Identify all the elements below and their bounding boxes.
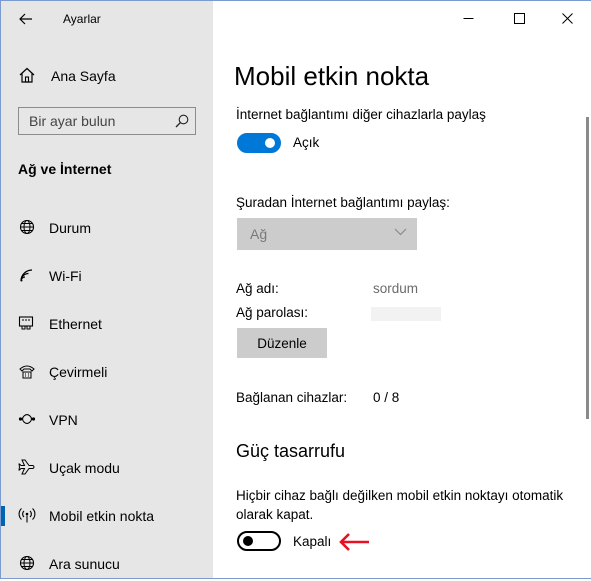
sidebar-item-status[interactable]: Durum xyxy=(1,209,213,245)
sidebar-item-label: Ara sunucu xyxy=(49,556,120,572)
edit-button[interactable]: Düzenle xyxy=(237,328,327,358)
main-content: Mobil etkin nokta İnternet bağlantımı di… xyxy=(213,1,591,578)
home-icon xyxy=(19,67,35,83)
globe-icon xyxy=(19,555,35,571)
annotation-arrow-icon xyxy=(339,533,369,551)
maximize-button[interactable] xyxy=(496,1,542,35)
power-saving-description: Hiçbir cihaz bağlı değilken mobil etkin … xyxy=(236,488,564,522)
scrollbar[interactable] xyxy=(586,117,589,419)
sidebar-item-label: Çevirmeli xyxy=(49,364,108,380)
chevron-down-icon xyxy=(394,228,407,236)
toggle-knob xyxy=(265,138,275,148)
network-password-label: Ağ parolası: xyxy=(236,305,309,320)
sidebar-item-ethernet[interactable]: Ethernet xyxy=(1,305,213,341)
sidebar-item-label: Ethernet xyxy=(49,316,102,332)
search-input[interactable] xyxy=(19,108,179,134)
page-title: Mobil etkin nokta xyxy=(234,61,430,91)
sidebar-item-label: Mobil etkin nokta xyxy=(49,508,155,524)
sidebar-item-label: Uçak modu xyxy=(49,460,120,476)
settings-window: Ayarlar Ana Sayfa Ağ ve İnternet Durum W… xyxy=(0,0,591,579)
power-saving-title: Güç tasarrufu xyxy=(236,441,346,461)
share-from-label: Şuradan İnternet bağlantımı paylaş: xyxy=(236,195,450,210)
vpn-icon xyxy=(18,413,36,425)
sidebar-item-label: VPN xyxy=(49,412,78,428)
section-title: Ağ ve İnternet xyxy=(18,161,112,177)
maximize-icon xyxy=(513,12,525,24)
airplane-icon xyxy=(18,459,35,475)
sidebar-item-label: Durum xyxy=(49,220,92,236)
network-name-value: sordum xyxy=(373,281,419,296)
sidebar-item-airplane[interactable]: Uçak modu xyxy=(1,449,213,485)
home-label: Ana Sayfa xyxy=(51,68,116,84)
sidebar-item-proxy[interactable]: Ara sunucu xyxy=(1,545,213,581)
home-nav-item[interactable]: Ana Sayfa xyxy=(1,63,213,89)
sidebar-item-mobile-hotspot[interactable]: Mobil etkin nokta xyxy=(1,497,213,533)
wifi-icon xyxy=(20,269,33,282)
power-saving-toggle-state: Kapalı xyxy=(293,534,332,549)
network-password-masked xyxy=(371,307,441,321)
sidebar-item-dialup[interactable]: Çevirmeli xyxy=(1,353,213,389)
share-from-dropdown[interactable]: Ağ xyxy=(237,218,417,250)
globe-icon xyxy=(19,219,35,235)
ethernet-icon xyxy=(18,316,34,330)
search-icon[interactable] xyxy=(175,114,189,128)
network-name-label: Ağ adı: xyxy=(236,281,279,296)
share-from-value: Ağ xyxy=(250,226,268,242)
close-button[interactable] xyxy=(544,1,590,35)
search-box[interactable] xyxy=(18,107,196,135)
minimize-button[interactable] xyxy=(445,1,491,35)
app-title: Ayarlar xyxy=(63,12,101,26)
sidebar: Ayarlar Ana Sayfa Ağ ve İnternet Durum W… xyxy=(1,1,213,578)
connected-devices-value: 0 / 8 xyxy=(373,390,400,405)
connected-devices-label: Bağlanan cihazlar: xyxy=(236,390,348,405)
toggle-knob xyxy=(243,536,253,546)
sidebar-item-vpn[interactable]: VPN xyxy=(1,401,213,437)
back-arrow-icon xyxy=(19,13,32,25)
hotspot-icon xyxy=(18,508,36,523)
sidebar-item-wifi[interactable]: Wi-Fi xyxy=(1,257,213,293)
power-saving-toggle[interactable] xyxy=(237,531,281,551)
share-connection-label: İnternet bağlantımı diğer cihazlarla pay… xyxy=(236,107,486,122)
back-button[interactable] xyxy=(13,7,39,31)
share-toggle-state: Açık xyxy=(293,135,320,150)
dialup-icon xyxy=(19,365,35,379)
close-icon xyxy=(561,12,573,24)
minimize-icon xyxy=(463,17,473,19)
share-connection-toggle[interactable] xyxy=(237,133,281,153)
sidebar-item-label: Wi-Fi xyxy=(49,268,82,284)
